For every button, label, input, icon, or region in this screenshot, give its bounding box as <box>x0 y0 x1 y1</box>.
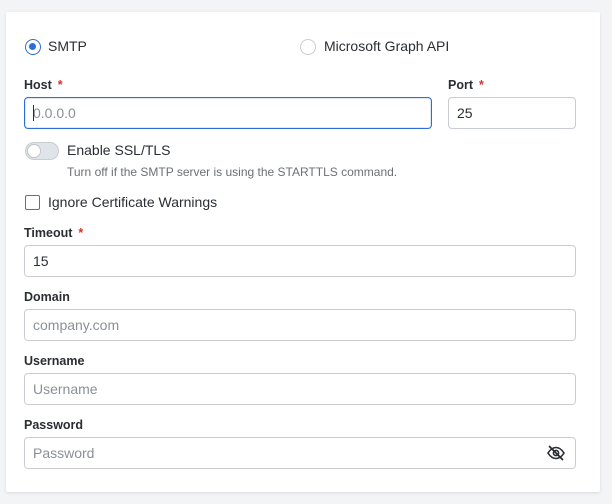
ssl-help-text: Turn off if the SMTP server is using the… <box>67 165 398 179</box>
microsoft-graph-radio-label[interactable]: Microsoft Graph API <box>324 38 449 54</box>
host-label-text: Host <box>24 78 52 92</box>
text-caret <box>33 105 34 121</box>
port-input[interactable]: 25 <box>448 97 576 129</box>
eye-slash-icon[interactable] <box>546 443 566 463</box>
port-required-mark: * <box>479 78 484 92</box>
port-label: Port * <box>448 78 484 92</box>
username-label: Username <box>24 354 85 368</box>
username-input[interactable]: Username <box>24 373 576 405</box>
domain-placeholder: company.com <box>33 317 120 333</box>
timeout-input[interactable]: 15 <box>24 245 576 277</box>
password-placeholder: Password <box>33 445 95 461</box>
smtp-radio[interactable] <box>25 39 41 55</box>
host-label: Host * <box>24 78 63 92</box>
domain-label: Domain <box>24 290 70 304</box>
host-input[interactable]: 0.0.0.0 <box>24 97 432 129</box>
password-label: Password <box>24 418 84 432</box>
smtp-settings-card: SMTP Microsoft Graph API Host * 0.0.0.0 P… <box>6 12 600 492</box>
ignore-cert-label[interactable]: Ignore Certificate Warnings <box>48 194 217 210</box>
ssl-toggle[interactable] <box>25 142 59 160</box>
port-value: 25 <box>457 105 473 121</box>
timeout-required-mark: * <box>78 226 84 240</box>
host-required-mark: * <box>57 78 63 92</box>
timeout-label: Timeout * <box>24 226 83 240</box>
timeout-label-text: Timeout <box>24 226 73 240</box>
ssl-toggle-knob <box>27 144 41 158</box>
timeout-value: 15 <box>33 253 49 269</box>
password-input[interactable]: Password <box>24 437 576 469</box>
ssl-toggle-label: Enable SSL/TLS <box>67 142 171 158</box>
port-label-text: Port <box>448 78 473 92</box>
username-placeholder: Username <box>33 381 98 397</box>
smtp-radio-label[interactable]: SMTP <box>48 38 87 54</box>
microsoft-graph-radio[interactable] <box>300 39 316 55</box>
host-placeholder: 0.0.0.0 <box>33 105 76 121</box>
ignore-cert-checkbox[interactable] <box>25 195 40 210</box>
domain-input[interactable]: company.com <box>24 309 576 341</box>
